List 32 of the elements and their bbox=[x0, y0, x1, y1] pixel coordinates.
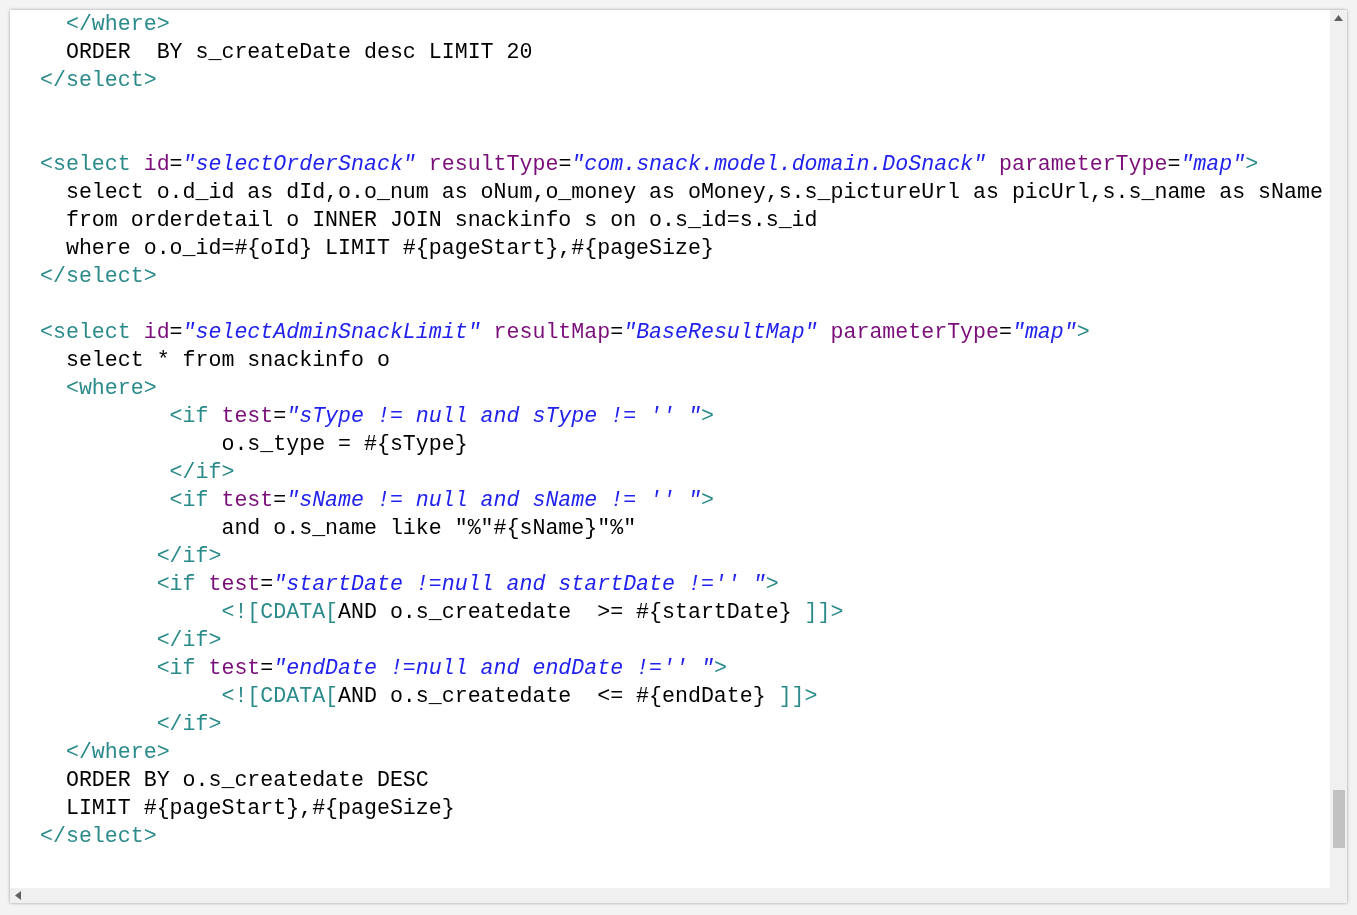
code-line: <if test="sType != null and sType != '' "> bbox=[168, 403, 714, 430]
code-line: <![CDATA[AND o.s_createdate <= #{endDate} ]]> bbox=[220, 683, 818, 710]
code-line: ORDER BY s_createDate desc LIMIT 20 bbox=[64, 39, 533, 66]
code-line: <![CDATA[AND o.s_createdate >= #{startDate} ]]> bbox=[220, 599, 844, 626]
code-line: where o.o_id=#{oId} LIMIT #{pageStart},#{pageSize} bbox=[64, 235, 714, 262]
code-line: </select> bbox=[40, 67, 157, 94]
code-line: LIMIT #{pageStart},#{pageSize} bbox=[64, 795, 455, 822]
code-line: </where> bbox=[64, 11, 170, 38]
code-line: </select> bbox=[40, 263, 157, 290]
code-line: <select id="selectAdminSnackLimit" resultMap="BaseResultMap" parameterType="map"> bbox=[40, 319, 1090, 346]
code-line: o.s_type = #{sType} bbox=[220, 431, 468, 458]
horizontal-scrollbar[interactable] bbox=[10, 888, 1347, 903]
code-line: <if test="startDate !=null and startDate !='' "> bbox=[155, 571, 779, 598]
code-line: </if> bbox=[155, 627, 222, 654]
code-line: from orderdetail o INNER JOIN snackinfo s on o.s_id=s.s_id bbox=[64, 207, 818, 234]
code-line: </if> bbox=[168, 459, 235, 486]
scroll-thumb[interactable] bbox=[1332, 790, 1345, 848]
code-line: and o.s_name like "%"#{sName}"%" bbox=[220, 515, 637, 542]
code-line: <select id="selectOrderSnack" resultType="com.snack.model.domain.DoSnack" parameterType="map"> bbox=[40, 151, 1259, 178]
code-line: </if> bbox=[155, 543, 222, 570]
code-line: select * from snackinfo o bbox=[64, 347, 390, 374]
code-line: select o.d_id as dId,o.o_num as oNum,o_money as oMoney,s.s_pictureUrl as picUrl,s.s_name as sName bbox=[64, 179, 1323, 206]
vertical-scrollbar[interactable] bbox=[1330, 10, 1347, 888]
code-line: <if test="sName != null and sName != '' "> bbox=[168, 487, 714, 514]
code-line: </select> bbox=[40, 823, 157, 850]
scroll-left-icon[interactable] bbox=[15, 891, 21, 900]
code-line: </if> bbox=[155, 711, 222, 738]
code-line: ORDER BY o.s_createdate DESC bbox=[64, 767, 429, 794]
scroll-up-icon[interactable] bbox=[1334, 15, 1343, 21]
code-line: </where> bbox=[64, 739, 170, 766]
code-line: <where> bbox=[64, 375, 157, 402]
code-line: <if test="endDate !=null and endDate !='' "> bbox=[155, 655, 727, 682]
